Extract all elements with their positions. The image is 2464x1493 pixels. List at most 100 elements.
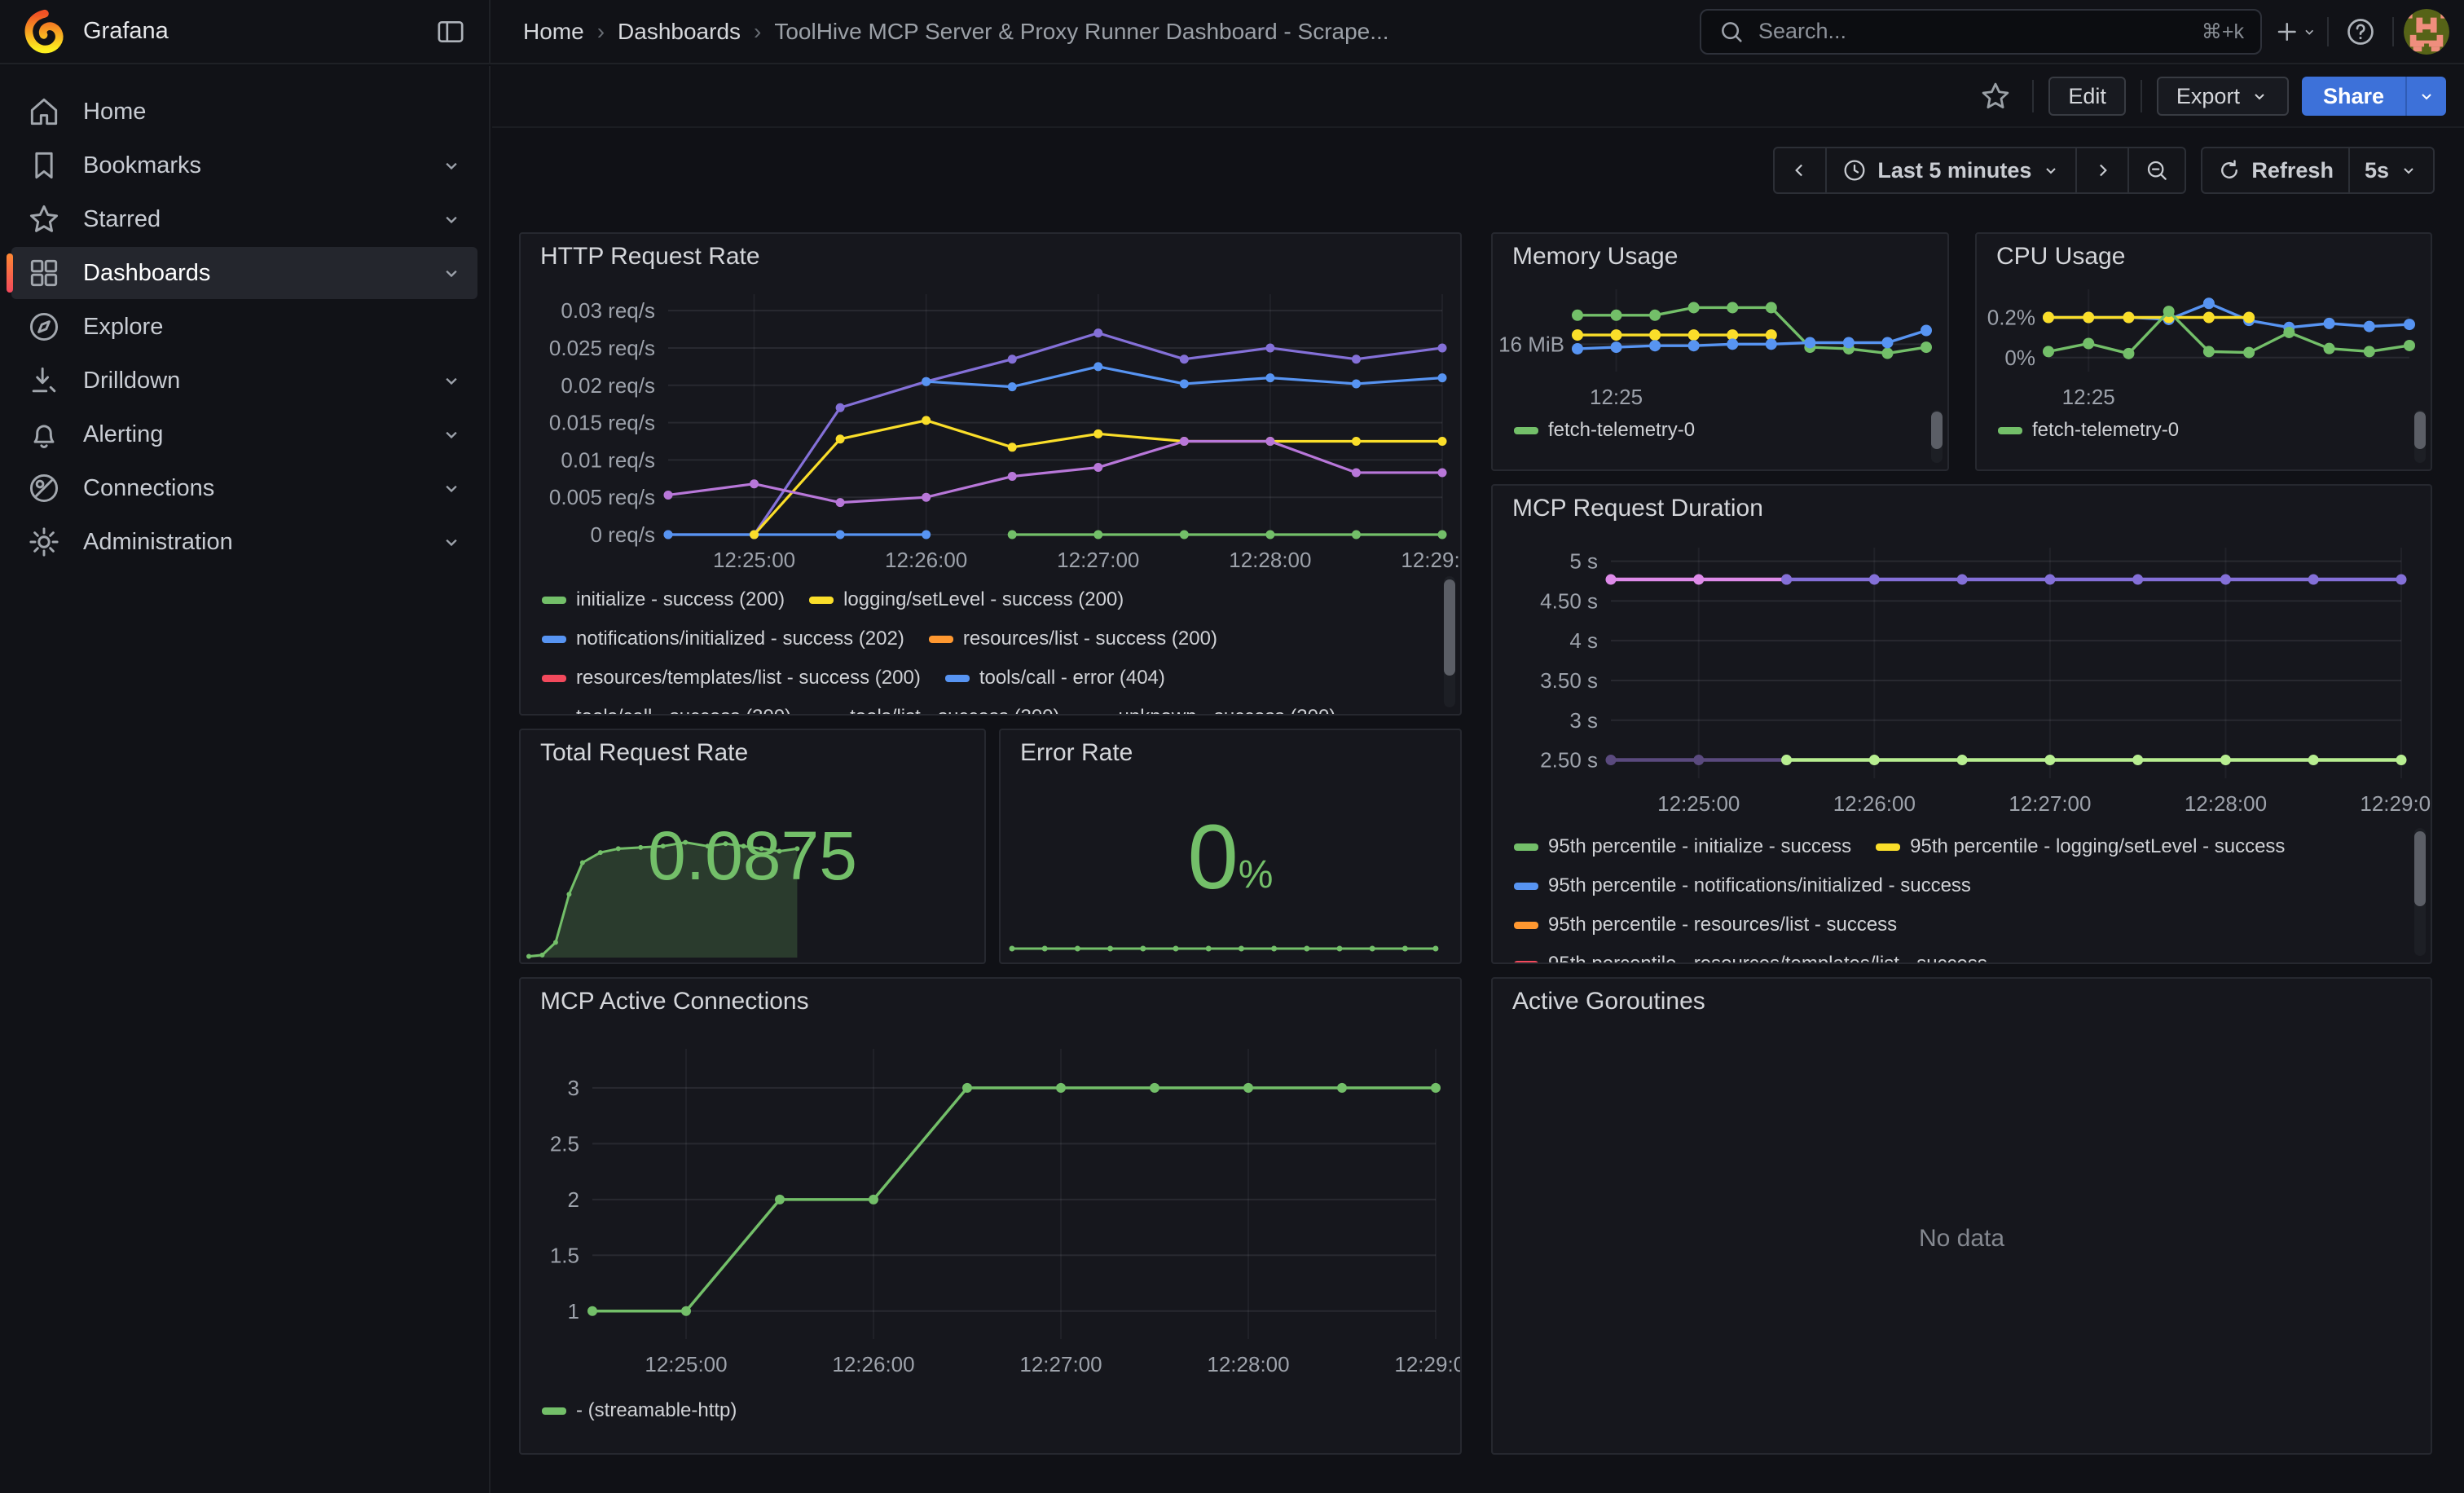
legend-item[interactable]: resources/list - success (200): [929, 619, 1217, 658]
zoom-out-button[interactable]: [2127, 147, 2186, 194]
series-swatch: [542, 1407, 566, 1415]
add-button[interactable]: [2273, 10, 2317, 54]
sidebar-toggle-icon[interactable]: [429, 10, 473, 54]
sidebar-item-bookmarks[interactable]: Bookmarks: [11, 139, 477, 192]
svg-text:12:26:00: 12:26:00: [885, 548, 967, 572]
stat-value: 0.0875: [521, 821, 984, 890]
legend-item[interactable]: resources/templates/list - success (200): [542, 658, 921, 698]
search-input[interactable]: [1757, 18, 2202, 45]
legend-item[interactable]: 95th percentile - initialize - success: [1514, 827, 1851, 866]
legend-item[interactable]: tools/call - success (200): [542, 698, 791, 714]
share-label: Share: [2323, 84, 2384, 109]
chevron-down-icon[interactable]: [440, 262, 463, 284]
chevron-down-icon[interactable]: [440, 531, 463, 553]
series-swatch: [1998, 427, 2022, 434]
sidebar-item-explore[interactable]: Explore: [11, 301, 477, 353]
svg-text:12:29:00: 12:29:00: [1394, 1352, 1460, 1376]
series-swatch: [1514, 427, 1538, 434]
legend-item[interactable]: - (streamable-http): [542, 1391, 737, 1430]
sidebar-item-home[interactable]: Home: [11, 86, 477, 138]
svg-text:12:29:00: 12:29:00: [2360, 791, 2431, 816]
chevron-down-icon[interactable]: [440, 208, 463, 231]
user-avatar[interactable]: [2404, 9, 2449, 55]
legend-scrollbar-thumb[interactable]: [1444, 579, 1455, 676]
legend-scrollbar-thumb[interactable]: [2414, 412, 2426, 449]
svg-text:0 req/s: 0 req/s: [591, 522, 656, 547]
export-button[interactable]: Export: [2157, 77, 2289, 116]
legend-item[interactable]: 95th percentile - resources/list - succe…: [1514, 905, 1897, 945]
svg-text:12:28:00: 12:28:00: [2185, 791, 2267, 816]
panel-mcp-active-connections: MCP Active Connections 12:25:0012:26:001…: [519, 977, 1462, 1455]
legend-item[interactable]: 95th percentile - resources/templates/li…: [1514, 945, 1987, 962]
refresh-icon: [2217, 158, 2242, 183]
panel-title[interactable]: HTTP Request Rate: [521, 234, 1460, 280]
panel-title[interactable]: MCP Active Connections: [521, 979, 1460, 1024]
panel-title[interactable]: Total Request Rate: [521, 730, 984, 776]
export-label: Export: [2176, 84, 2240, 109]
help-button[interactable]: [2339, 10, 2383, 54]
panel-title[interactable]: Error Rate: [1001, 730, 1460, 776]
cpu-legend: fetch-telemetry-0: [1977, 407, 2431, 469]
share-options-button[interactable]: [2407, 77, 2446, 116]
chevron-down-icon[interactable]: [440, 154, 463, 177]
legend-item[interactable]: fetch-telemetry-0: [1514, 411, 1695, 450]
svg-text:12:26:00: 12:26:00: [832, 1352, 914, 1376]
panel-title[interactable]: Memory Usage: [1493, 234, 1947, 280]
svg-text:2: 2: [568, 1187, 579, 1212]
search-box[interactable]: ⌘+k: [1700, 9, 2262, 55]
legend-item[interactable]: tools/list - success (200): [816, 698, 1059, 714]
refresh-label: Refresh: [2251, 158, 2334, 183]
sidebar-item-label: Starred: [83, 206, 161, 233]
chevron-left-icon: [1789, 160, 1811, 181]
panel-error-rate: Error Rate 0%: [999, 729, 1462, 964]
search-shortcut: ⌘+k: [2202, 20, 2244, 44]
chevron-down-icon[interactable]: [440, 369, 463, 392]
favorite-star-icon[interactable]: [1973, 74, 2017, 118]
time-shift-back-button[interactable]: [1773, 147, 1827, 194]
time-range-picker[interactable]: Last 5 minutes: [1825, 147, 2077, 194]
brand-name: Grafana: [83, 18, 169, 45]
legend-item[interactable]: initialize - success (200): [542, 580, 785, 619]
legend-item[interactable]: unknown - success (200): [1085, 698, 1336, 714]
refresh-interval-picker[interactable]: 5s: [2348, 147, 2435, 194]
legend-scrollbar-thumb[interactable]: [1931, 412, 1943, 449]
sidebar-item-drilldown[interactable]: Drilldown: [11, 355, 477, 407]
panel-title[interactable]: CPU Usage: [1977, 234, 2431, 280]
panel-title[interactable]: Active Goroutines: [1493, 979, 2431, 1024]
legend-item[interactable]: notifications/initialized - success (202…: [542, 619, 904, 658]
zoom-out-icon: [2144, 157, 2170, 183]
time-range-group: Last 5 minutes: [1773, 147, 2186, 194]
time-shift-forward-button[interactable]: [2075, 147, 2129, 194]
breadcrumb-home[interactable]: Home: [523, 19, 584, 45]
legend-item[interactable]: 95th percentile - notifications/initiali…: [1514, 866, 1971, 905]
svg-text:3 s: 3 s: [1569, 708, 1598, 733]
legend-scrollbar-thumb[interactable]: [2414, 831, 2426, 906]
legend-item[interactable]: 95th percentile - logging/setLevel - suc…: [1876, 827, 2285, 866]
legend-item[interactable]: fetch-telemetry-0: [1998, 411, 2179, 450]
legend-item[interactable]: tools/call - error (404): [945, 658, 1165, 698]
series-swatch: [809, 597, 834, 604]
chevron-down-icon[interactable]: [440, 423, 463, 446]
sidebar-item-label: Explore: [83, 314, 163, 341]
svg-text:12:25:00: 12:25:00: [713, 548, 795, 572]
refresh-button[interactable]: Refresh: [2201, 147, 2350, 194]
panel-cpu-usage: CPU Usage 12:250.2%0% fetch-telemetry-0: [1975, 232, 2432, 471]
share-split-button: Share: [2302, 77, 2446, 116]
topbar-left: Grafana: [0, 0, 491, 63]
sidebar-item-administration[interactable]: Administration: [11, 516, 477, 568]
svg-text:5 s: 5 s: [1569, 549, 1598, 574]
edit-button[interactable]: Edit: [2048, 77, 2126, 116]
chevron-down-icon[interactable]: [440, 477, 463, 500]
legend-item[interactable]: logging/setLevel - success (200): [809, 580, 1124, 619]
panel-title[interactable]: MCP Request Duration: [1493, 486, 2431, 531]
share-button[interactable]: Share: [2302, 77, 2407, 116]
grafana-logo[interactable]: [21, 8, 68, 55]
sidebar-item-connections[interactable]: Connections: [11, 462, 477, 514]
sidebar-item-dashboards[interactable]: Dashboards: [11, 247, 477, 299]
mcp-active-connections-chart: 12:25:0012:26:0012:27:0012:28:0012:29:00…: [521, 1024, 1460, 1388]
svg-text:2.5: 2.5: [550, 1131, 579, 1156]
sidebar-item-starred[interactable]: Starred: [11, 193, 477, 245]
sidebar-item-alerting[interactable]: Alerting: [11, 408, 477, 460]
svg-text:4.50 s: 4.50 s: [1540, 588, 1598, 613]
breadcrumb-dashboards[interactable]: Dashboards: [618, 19, 741, 45]
